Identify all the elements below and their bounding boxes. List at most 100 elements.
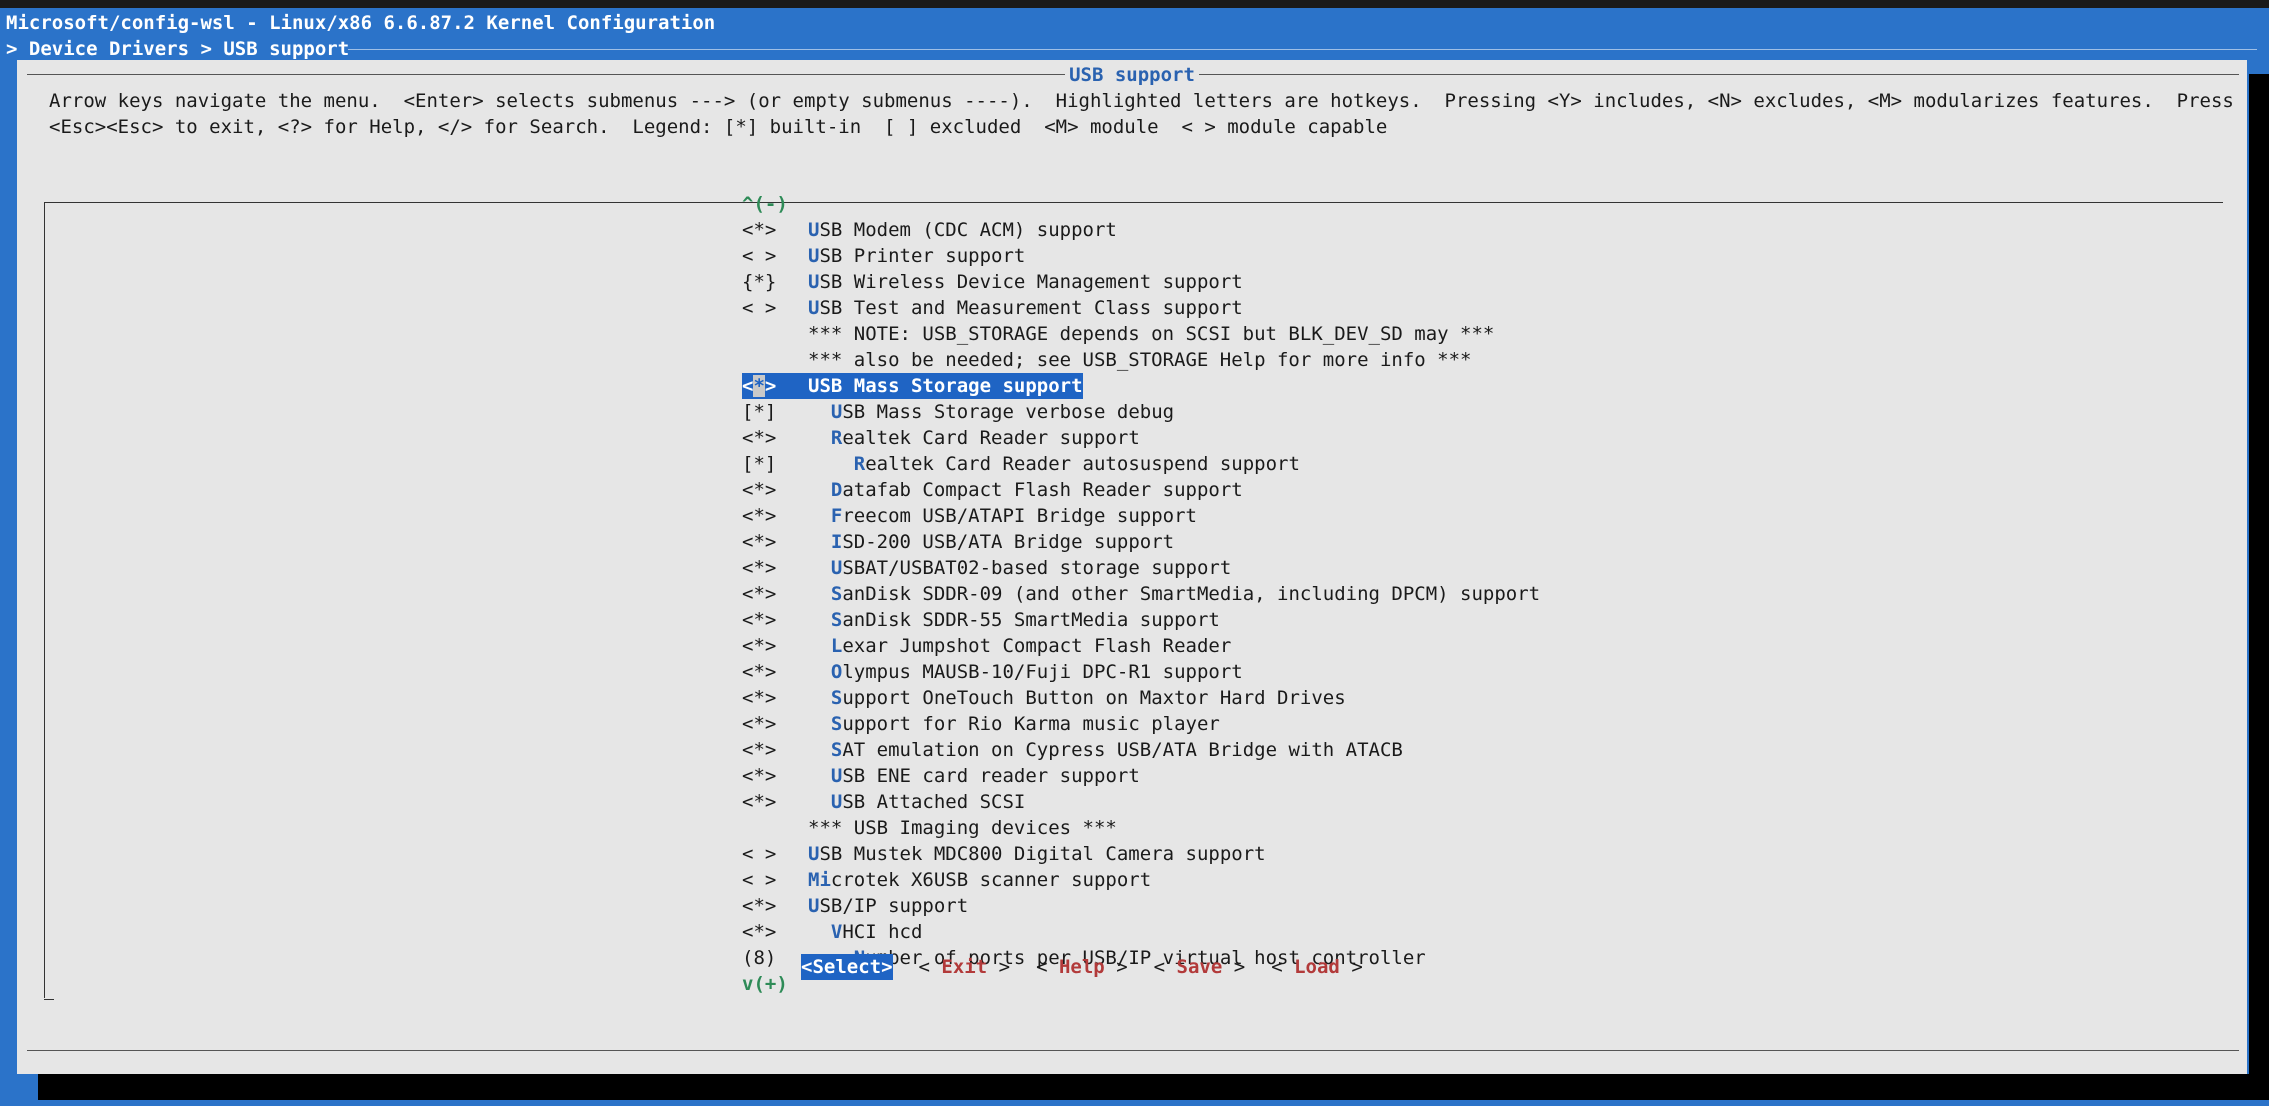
menu-item-hotkey: F: [830, 505, 843, 527]
menu-item-state[interactable]: < >: [742, 295, 808, 321]
breadcrumb: > Device Drivers > USB support: [6, 38, 350, 60]
menu-item[interactable]: <*> USB Attached SCSI: [742, 789, 1540, 815]
menu-item-state[interactable]: [*]: [742, 451, 808, 477]
help-button[interactable]: < Help >: [1036, 954, 1128, 980]
menu-item-label: ISD-200 USB/ATA Bridge support: [830, 531, 1175, 553]
menu-item-state[interactable]: <*>: [742, 607, 808, 633]
menu-item[interactable]: < > USB Printer support: [742, 243, 1540, 269]
menu-item[interactable]: <*> Olympus MAUSB-10/Fuji DPC-R1 support: [742, 659, 1540, 685]
save-button[interactable]: < Save >: [1154, 954, 1246, 980]
menu-item-state[interactable]: (8): [742, 945, 808, 971]
menu-item-state[interactable]: <*>: [742, 581, 808, 607]
menu-item-label: Lexar Jumpshot Compact Flash Reader: [830, 635, 1232, 657]
menu-item[interactable]: [*] USB Mass Storage verbose debug: [742, 399, 1540, 425]
menu-item[interactable]: <*> USB Modem (CDC ACM) support: [742, 217, 1540, 243]
menu-item-state[interactable]: <*>: [742, 633, 808, 659]
menu-item-label: USBAT/USBAT02-based storage support: [830, 557, 1232, 579]
select-button[interactable]: <Select>: [801, 954, 893, 980]
help-line-2: <Esc><Esc> to exit, <?> for Help, </> fo…: [49, 116, 1388, 138]
menu-item-state[interactable]: <*>: [742, 555, 808, 581]
menu-item-state[interactable]: <*>: [742, 503, 808, 529]
menu-item[interactable]: < > USB Test and Measurement Class suppor…: [742, 295, 1540, 321]
menu-item-label: Freecom USB/ATAPI Bridge support: [830, 505, 1197, 527]
menu-item-label: USB Modem (CDC ACM) support: [808, 219, 1117, 241]
menu-item-hotkey: U: [830, 557, 843, 579]
menu-item-hotkey: U: [808, 245, 820, 267]
menu-item-state[interactable]: <*>: [742, 737, 808, 763]
menu-item-state[interactable]: <*>: [742, 373, 808, 399]
menu-item-hotkey: U: [830, 791, 843, 813]
menu-item-label: Olympus MAUSB-10/Fuji DPC-R1 support: [830, 661, 1243, 683]
menu-item-label: SAT emulation on Cypress USB/ATA Bridge …: [830, 739, 1403, 761]
menu-item[interactable]: <*> SanDisk SDDR-09 (and other SmartMedi…: [742, 581, 1540, 607]
menu-item-state[interactable]: <*>: [742, 685, 808, 711]
menu-item-label: Realtek Card Reader support: [830, 427, 1140, 449]
menu-item-state[interactable]: {*}: [742, 269, 808, 295]
menu-list[interactable]: <*> USB Modem (CDC ACM) support < > USB Pri…: [742, 217, 1540, 971]
menu-item-state[interactable]: <*>: [742, 529, 808, 555]
menu-item-state[interactable]: <*>: [742, 763, 808, 789]
menu-item[interactable]: <*> USB ENE card reader support: [742, 763, 1540, 789]
menu-item-label: *** also be needed; see USB_STORAGE Help…: [808, 349, 1472, 371]
dialog-shadow-right: [2249, 74, 2269, 1085]
scroll-down-indicator[interactable]: v(+): [742, 971, 788, 997]
breadcrumb-rule: [348, 49, 2257, 50]
menu-item-state[interactable]: < >: [742, 867, 808, 893]
menu-item-state[interactable]: <*>: [742, 217, 808, 243]
menu-item[interactable]: <*> ISD-200 USB/ATA Bridge support: [742, 529, 1540, 555]
menu-item-state[interactable]: < >: [742, 243, 808, 269]
menu-item-label: SanDisk SDDR-09 (and other SmartMedia, i…: [830, 583, 1541, 605]
menu-item-hotkey: U: [808, 297, 820, 319]
menu-item-hotkey: U: [808, 895, 820, 917]
menu-item-label: VHCI hcd: [830, 921, 923, 943]
menu-item-state[interactable]: <*>: [742, 659, 808, 685]
menu-item-state[interactable]: <*>: [742, 711, 808, 737]
menu-item[interactable]: < > USB Mustek MDC800 Digital Camera supp…: [742, 841, 1540, 867]
menu-item[interactable]: <*> VHCI hcd: [742, 919, 1540, 945]
menu-item-label: Microtek X6USB scanner support: [808, 869, 1152, 891]
menu-item-hotkey: I: [830, 531, 843, 553]
menu-item[interactable]: <*> Realtek Card Reader support: [742, 425, 1540, 451]
menu-item-label: USB Wireless Device Management support: [808, 271, 1243, 293]
help-line-1: Arrow keys navigate the menu. <Enter> se…: [49, 90, 2234, 112]
menu-item-state[interactable]: [*]: [742, 399, 808, 425]
menu-item-state[interactable]: < >: [742, 841, 808, 867]
menu-item-label: USB Printer support: [808, 245, 1026, 267]
dialog-title: USB support: [17, 62, 2247, 88]
menu-item-label: USB ENE card reader support: [830, 765, 1140, 787]
exit-button[interactable]: < Exit >: [919, 954, 1011, 980]
menu-item-state: [742, 815, 808, 841]
menu-item-hotkey: R: [853, 453, 866, 475]
menu-item-hotkey: U: [808, 219, 820, 241]
menu-item-state[interactable]: <*>: [742, 425, 808, 451]
menu-item-label: Support for Rio Karma music player: [830, 713, 1220, 735]
dialog-shadow-bottom: [38, 1074, 2269, 1100]
scroll-up-indicator[interactable]: ^(-): [742, 191, 788, 217]
menu-item[interactable]: {*} USB Wireless Device Management suppor…: [742, 269, 1540, 295]
menu-item-hotkey: U: [830, 765, 843, 787]
menu-item[interactable]: <*> Freecom USB/ATAPI Bridge support: [742, 503, 1540, 529]
menu-item[interactable]: <*> SanDisk SDDR-55 SmartMedia support: [742, 607, 1540, 633]
menu-item[interactable]: <*> SAT emulation on Cypress USB/ATA Bri…: [742, 737, 1540, 763]
menu-item-hotkey: V: [830, 921, 843, 943]
menu-item-hotkey: S: [830, 583, 843, 605]
menu-item-label: USB Attached SCSI: [830, 791, 1026, 813]
load-button[interactable]: < Load >: [1271, 954, 1363, 980]
menu-item[interactable]: [*] Realtek Card Reader autosuspend supp…: [742, 451, 1540, 477]
menu-item[interactable]: < > Microtek X6USB scanner support: [742, 867, 1540, 893]
menu-item[interactable]: <*> Lexar Jumpshot Compact Flash Reader: [742, 633, 1540, 659]
menu-item-state[interactable]: <*>: [742, 477, 808, 503]
menu-item-state[interactable]: <*>: [742, 789, 808, 815]
menu-item[interactable]: <*> Support for Rio Karma music player: [742, 711, 1540, 737]
menuconfig-dialog: USB support Arrow keys navigate the menu…: [17, 60, 2247, 1074]
menu-item-hotkey: S: [830, 609, 843, 631]
menu-item[interactable]: <*> Datafab Compact Flash Reader support: [742, 477, 1540, 503]
menu-item-label: *** NOTE: USB_STORAGE depends on SCSI bu…: [808, 323, 1495, 345]
menu-item[interactable]: <*> Support OneTouch Button on Maxtor Ha…: [742, 685, 1540, 711]
menu-item-selected[interactable]: <*> USB Mass Storage support: [742, 373, 1540, 399]
menu-item-state[interactable]: <*>: [742, 919, 808, 945]
menu-item-hotkey: O: [830, 661, 843, 683]
menu-item[interactable]: <*> USB/IP support: [742, 893, 1540, 919]
menu-item-state[interactable]: <*>: [742, 893, 808, 919]
menu-item[interactable]: <*> USBAT/USBAT02-based storage support: [742, 555, 1540, 581]
